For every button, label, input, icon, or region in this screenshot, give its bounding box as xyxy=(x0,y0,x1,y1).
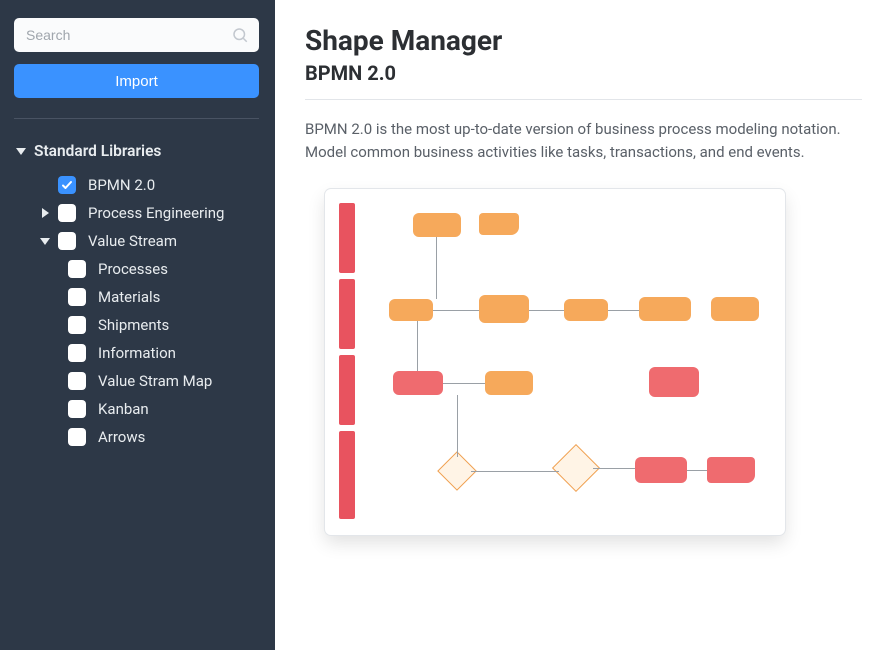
chevron-down-icon xyxy=(38,234,52,248)
checkbox[interactable] xyxy=(68,288,86,306)
library-label: BPMN 2.0 xyxy=(88,176,155,194)
library-subitem-kanban[interactable]: Kanban xyxy=(14,395,259,423)
bpmn-diagram-preview xyxy=(339,203,771,521)
library-label: Process Engineering xyxy=(88,204,224,222)
library-subitem-processes[interactable]: Processes xyxy=(14,255,259,283)
library-item-process-engineering[interactable]: Process Engineering xyxy=(14,199,259,227)
library-subitem-value-stream-map[interactable]: Value Stram Map xyxy=(14,367,259,395)
search-input[interactable] xyxy=(14,18,259,52)
libraries-header[interactable]: Standard Libraries xyxy=(14,137,259,165)
library-label: Arrows xyxy=(98,428,145,446)
checkbox[interactable] xyxy=(68,260,86,278)
library-label: Materials xyxy=(98,288,160,306)
libraries-header-label: Standard Libraries xyxy=(34,142,161,160)
checkbox-value-stream[interactable] xyxy=(58,232,76,250)
main-panel: Shape Manager BPMN 2.0 BPMN 2.0 is the m… xyxy=(275,0,892,650)
search-wrap xyxy=(14,18,259,52)
chevron-down-icon xyxy=(14,144,28,158)
checkbox[interactable] xyxy=(68,428,86,446)
library-label: Information xyxy=(98,344,176,362)
library-subitem-shipments[interactable]: Shipments xyxy=(14,311,259,339)
library-label: Value Stram Map xyxy=(98,372,212,390)
library-preview xyxy=(325,189,785,535)
library-label: Kanban xyxy=(98,400,149,418)
sidebar: Import Standard Libraries BPMN 2.0 Proce… xyxy=(0,0,275,650)
checkbox-bpmn[interactable] xyxy=(58,176,76,194)
page-title: Shape Manager xyxy=(305,24,862,57)
sidebar-divider xyxy=(14,118,259,119)
library-label: Processes xyxy=(98,260,168,278)
checkbox[interactable] xyxy=(68,344,86,362)
library-item-bpmn[interactable]: BPMN 2.0 xyxy=(14,171,259,199)
library-item-value-stream[interactable]: Value Stream xyxy=(14,227,259,255)
page-subtitle: BPMN 2.0 xyxy=(305,61,862,85)
checkbox-process-engineering[interactable] xyxy=(58,204,76,222)
library-description: BPMN 2.0 is the most up-to-date version … xyxy=(305,118,862,165)
checkbox[interactable] xyxy=(68,372,86,390)
checkbox[interactable] xyxy=(68,316,86,334)
library-label: Value Stream xyxy=(88,232,177,250)
library-subitem-materials[interactable]: Materials xyxy=(14,283,259,311)
library-subitem-information[interactable]: Information xyxy=(14,339,259,367)
library-label: Shipments xyxy=(98,316,169,334)
checkbox[interactable] xyxy=(68,400,86,418)
library-subitem-arrows[interactable]: Arrows xyxy=(14,423,259,451)
main-divider xyxy=(305,99,862,100)
import-button[interactable]: Import xyxy=(14,64,259,98)
chevron-right-icon xyxy=(38,206,52,220)
